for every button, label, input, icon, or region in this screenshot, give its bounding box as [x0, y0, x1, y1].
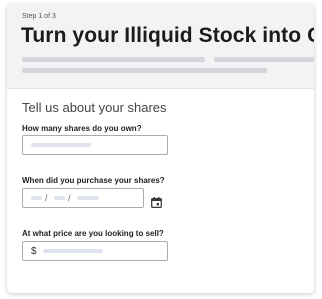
price-question-label: At what price are you looking to sell? [22, 229, 164, 238]
calendar-icon[interactable] [151, 197, 162, 208]
date-day-placeholder [54, 196, 65, 200]
shares-question-label: How many shares do you own? [22, 124, 142, 133]
date-separator-1: / [45, 193, 48, 203]
subtitle-placeholder-line-3 [22, 68, 267, 73]
shares-input-placeholder [31, 143, 91, 147]
subtitle-placeholder-line-2 [214, 57, 314, 62]
purchase-date-input[interactable]: / / [22, 188, 144, 208]
purchase-date-question-label: When did you purchase your shares? [22, 176, 165, 185]
price-input[interactable]: $ [22, 241, 168, 261]
section-title: Tell us about your shares [22, 100, 167, 115]
price-input-placeholder [43, 249, 103, 253]
step-indicator: Step 1 of 3 [22, 13, 56, 20]
subtitle-placeholder-line-1 [22, 57, 205, 62]
form-card: Step 1 of 3 Turn your Illiquid Stock int… [7, 4, 314, 293]
date-year-placeholder [77, 196, 99, 200]
date-separator-2: / [68, 193, 71, 203]
currency-symbol: $ [31, 246, 37, 257]
page-title: Turn your Illiquid Stock into Cash [21, 24, 314, 47]
shares-input[interactable] [22, 135, 168, 155]
header: Step 1 of 3 Turn your Illiquid Stock int… [7, 4, 314, 89]
date-month-placeholder [31, 196, 42, 200]
